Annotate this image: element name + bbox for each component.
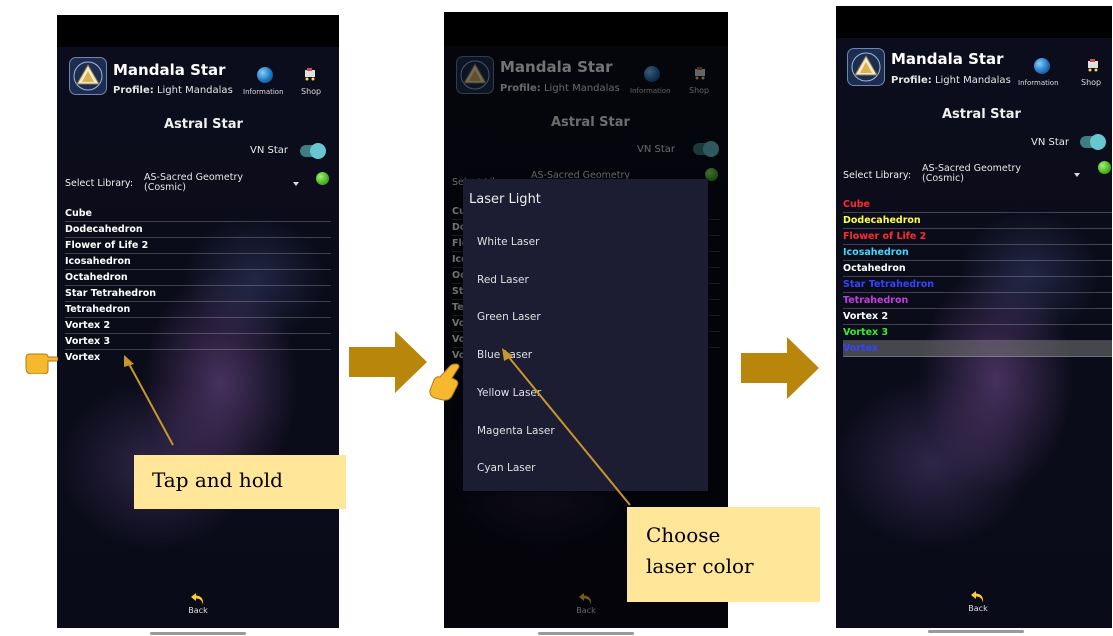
choose-laser-color-callout: Choose laser color — [627, 507, 820, 602]
information-globe-icon[interactable] — [257, 67, 273, 83]
list-item[interactable]: Cube — [65, 206, 331, 222]
library-select[interactable]: AS-Sacred Geometry (Cosmic) — [144, 173, 254, 193]
app-title: Mandala Star — [113, 61, 226, 79]
information-label[interactable]: Information — [1018, 79, 1059, 87]
back-label: Back — [188, 606, 208, 615]
dialog-title: Laser Light — [469, 192, 541, 207]
app-logo — [69, 57, 107, 95]
shop-label[interactable]: Shop — [301, 87, 321, 96]
back-button[interactable]: Back — [178, 592, 218, 615]
information-label[interactable]: Information — [243, 88, 284, 96]
list-item[interactable]: Vortex 3 — [65, 334, 331, 350]
laser-option-cyan[interactable]: Cyan Laser — [477, 462, 536, 474]
home-indicator — [928, 630, 1024, 633]
list-item[interactable]: Cube — [843, 197, 1112, 213]
library-select[interactable]: AS-Sacred Geometry (Cosmic) — [922, 164, 1032, 184]
list-item[interactable]: Octahedron — [65, 270, 331, 286]
list-item[interactable]: Flower of Life 2 — [843, 229, 1112, 245]
shop-label[interactable]: Shop — [1081, 78, 1101, 87]
status-bar — [836, 6, 1112, 38]
status-bar — [444, 12, 728, 46]
laser-option-yellow[interactable]: Yellow Laser — [477, 387, 541, 399]
list-item[interactable]: Star Tetrahedron — [843, 277, 1112, 293]
list-item[interactable]: Vortex 2 — [843, 309, 1112, 325]
library-status-indicator — [316, 172, 329, 185]
list-item[interactable]: Icosahedron — [65, 254, 331, 270]
back-button[interactable]: Back — [958, 590, 998, 613]
vn-star-label: VN Star — [1031, 137, 1070, 148]
phone-screen-1: Mandala Star Profile: Light Mandalas Inf… — [57, 15, 339, 628]
home-indicator — [150, 632, 246, 635]
profile-label: Profile: Light Mandalas — [891, 75, 1011, 86]
right-arrow-icon — [741, 337, 819, 399]
back-arrow-icon — [971, 591, 984, 603]
information-globe-icon[interactable] — [1034, 58, 1050, 74]
laser-option-red[interactable]: Red Laser — [477, 274, 529, 286]
list-item[interactable]: Octahedron — [843, 261, 1112, 277]
library-label: Select Library: — [843, 170, 912, 181]
list-item[interactable]: Tetrahedron — [65, 302, 331, 318]
list-item[interactable]: Vortex — [65, 350, 331, 366]
list-item[interactable]: Star Tetrahedron — [65, 286, 331, 302]
status-bar — [57, 15, 339, 47]
vn-star-label: VN Star — [250, 145, 289, 156]
profile-name: Light Mandalas — [156, 85, 233, 96]
laser-option-blue[interactable]: Blue Laser — [477, 349, 532, 361]
profile-prefix: Profile: — [113, 85, 154, 96]
profile-name: Light Mandalas — [934, 75, 1011, 86]
sacred-geometry-pyramid-logo-icon — [73, 61, 103, 91]
home-indicator — [538, 632, 634, 635]
vn-star-toggle[interactable] — [1080, 134, 1106, 150]
laser-option-white[interactable]: White Laser — [477, 236, 539, 248]
list-item[interactable]: Vortex 2 — [65, 318, 331, 334]
back-arrow-icon — [191, 593, 204, 605]
chevron-down-icon[interactable] — [293, 182, 299, 186]
list-item[interactable]: Icosahedron — [843, 245, 1112, 261]
list-item[interactable]: Flower of Life 2 — [65, 238, 331, 254]
list-item[interactable]: Tetrahedron — [843, 293, 1112, 309]
right-arrow-icon — [349, 331, 427, 393]
laser-option-green[interactable]: Green Laser — [477, 311, 541, 323]
app-title: Mandala Star — [891, 50, 1004, 68]
tap-and-hold-callout: Tap and hold — [134, 455, 346, 509]
list-item[interactable]: Vortex 3 — [843, 325, 1112, 341]
list-item[interactable]: Dodecahedron — [843, 213, 1112, 229]
library-label: Select Library: — [65, 178, 134, 189]
library-status-indicator — [1098, 161, 1111, 174]
laser-option-magenta[interactable]: Magenta Laser — [477, 425, 555, 437]
tap-and-hold-text: Tap and hold — [152, 468, 283, 492]
vn-star-toggle[interactable] — [300, 143, 326, 159]
sacred-geometry-pyramid-logo-icon — [851, 52, 881, 82]
phone-screen-3: Mandala Star Profile: Light Mandalas Inf… — [836, 6, 1112, 628]
pointing-hand-icon — [429, 363, 460, 401]
profile-prefix: Profile: — [891, 75, 932, 86]
choose-text-line-1: Choose — [646, 523, 721, 547]
list-item-selected[interactable]: Vortex — [843, 341, 1112, 357]
pointing-hand-icon — [25, 353, 58, 374]
profile-label: Profile: Light Mandalas — [113, 85, 233, 96]
section-title: Astral Star — [942, 107, 1021, 122]
back-label: Back — [968, 604, 988, 613]
laser-light-dialog: Laser Light White Laser Red Laser Green … — [463, 179, 708, 491]
section-title: Astral Star — [164, 117, 243, 132]
chevron-down-icon[interactable] — [1074, 173, 1080, 177]
choose-text-line-2: laser color — [646, 554, 754, 578]
list-item[interactable]: Dodecahedron — [65, 222, 331, 238]
app-logo — [847, 48, 885, 86]
shopping-cart-icon[interactable] — [1086, 58, 1100, 72]
shopping-cart-icon[interactable] — [303, 67, 317, 81]
